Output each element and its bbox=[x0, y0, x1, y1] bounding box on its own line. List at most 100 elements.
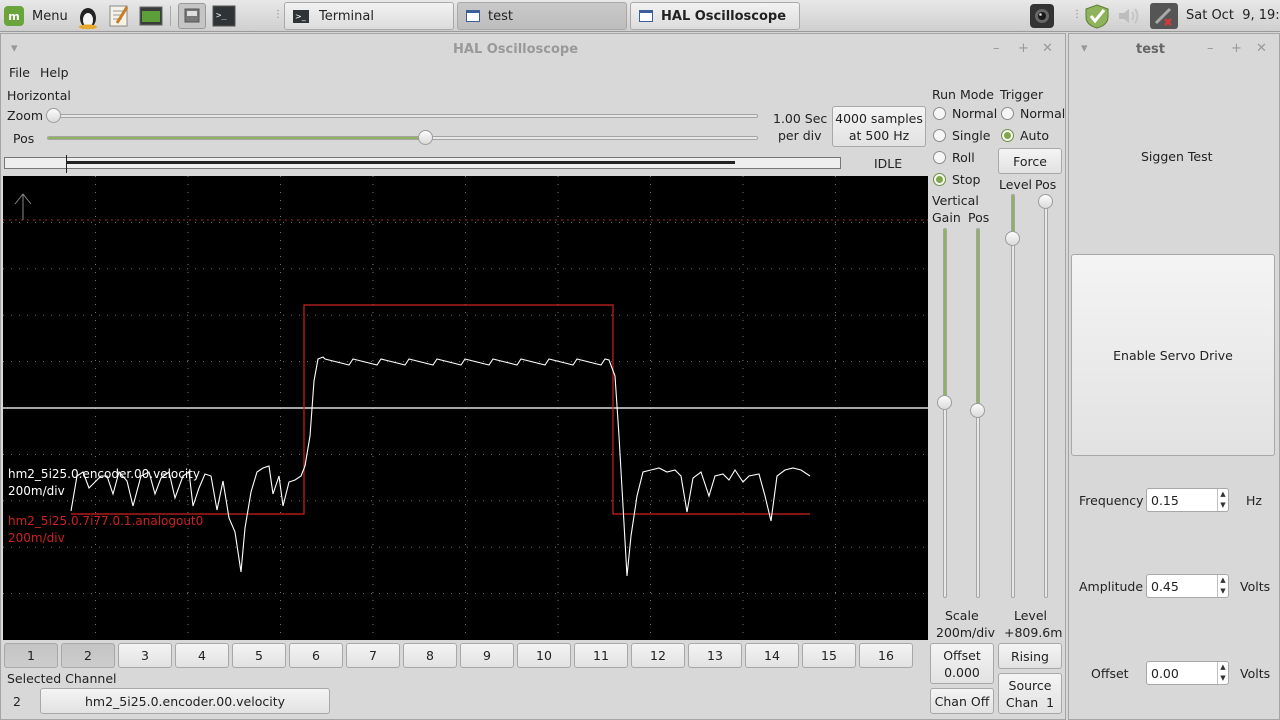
update-manager-icon[interactable] bbox=[1083, 3, 1111, 29]
offset-button[interactable]: Offset 0.000 bbox=[930, 643, 994, 684]
zoom-slider-handle[interactable] bbox=[46, 108, 61, 123]
channel-button-4[interactable]: 4 bbox=[175, 643, 229, 668]
position-slider[interactable] bbox=[47, 136, 758, 140]
task-terminal[interactable]: >_ Terminal bbox=[284, 2, 454, 30]
channel-button-2[interactable]: 2 bbox=[61, 643, 115, 668]
channel-button-5[interactable]: 5 bbox=[232, 643, 286, 668]
channel-button-7[interactable]: 7 bbox=[346, 643, 400, 668]
trigger-auto-label[interactable]: Auto bbox=[1020, 128, 1049, 143]
task-hal-oscilloscope[interactable]: HAL Oscilloscope bbox=[630, 2, 800, 30]
offset-spinbox[interactable]: 0.00 ▲ ▼ bbox=[1146, 661, 1229, 685]
run-mode-stop-radio[interactable] bbox=[933, 173, 946, 186]
run-mode-normal-label[interactable]: Normal bbox=[952, 106, 997, 121]
scope-graticule bbox=[3, 176, 928, 640]
channel-button-12[interactable]: 12 bbox=[631, 643, 685, 668]
run-mode-roll-label[interactable]: Roll bbox=[952, 150, 975, 165]
clock[interactable]: Sat Oct 9, 19:51 bbox=[1186, 8, 1280, 23]
scope-window-title: HAL Oscilloscope bbox=[453, 42, 579, 57]
maximize-icon[interactable]: + bbox=[1231, 41, 1242, 56]
frequency-unit: Hz bbox=[1246, 493, 1262, 508]
frequency-spin-arrows[interactable]: ▲ ▼ bbox=[1217, 489, 1228, 511]
amplitude-spin-arrows[interactable]: ▲ ▼ bbox=[1217, 575, 1228, 597]
scope-titlebar[interactable]: ▾ HAL Oscilloscope – + ✕ bbox=[1, 34, 1065, 64]
channel-button-3[interactable]: 3 bbox=[118, 643, 172, 668]
channel-button-10[interactable]: 10 bbox=[517, 643, 571, 668]
level-value: +809.6m bbox=[1004, 625, 1063, 640]
window-menu-icon[interactable]: ▾ bbox=[1081, 41, 1088, 56]
enable-servo-drive-button[interactable]: Enable Servo Drive bbox=[1071, 254, 1275, 456]
vertical-label: Vertical bbox=[932, 193, 979, 208]
channel-button-14[interactable]: 14 bbox=[745, 643, 799, 668]
run-mode-single-radio[interactable] bbox=[933, 129, 946, 142]
close-icon[interactable]: ✕ bbox=[1042, 41, 1053, 56]
terminal-window-icon: >_ bbox=[293, 9, 309, 23]
window-menu-icon[interactable]: ▾ bbox=[11, 41, 18, 56]
system-monitor-launcher-icon[interactable] bbox=[137, 3, 165, 29]
trigger-normal-label[interactable]: Normal bbox=[1020, 106, 1065, 121]
chan-off-button[interactable]: Chan Off bbox=[930, 688, 994, 714]
menu-button[interactable]: m Menu bbox=[4, 4, 68, 28]
channel-button-label: 2 bbox=[84, 648, 92, 663]
minimize-icon[interactable]: – bbox=[1207, 41, 1214, 56]
rising-button[interactable]: Rising bbox=[998, 643, 1062, 669]
trigger-pos-handle[interactable] bbox=[1038, 194, 1053, 209]
position-slider-handle[interactable] bbox=[418, 130, 433, 145]
show-desktop-icon[interactable] bbox=[178, 3, 206, 29]
menu-file[interactable]: File bbox=[9, 65, 30, 80]
trigger-level-handle[interactable] bbox=[1005, 231, 1020, 246]
channel-button-6[interactable]: 6 bbox=[289, 643, 343, 668]
run-mode-single-label[interactable]: Single bbox=[952, 128, 990, 143]
trigger-pos-slider[interactable] bbox=[1044, 194, 1048, 598]
test-window-title: test bbox=[1136, 42, 1165, 57]
channel-button-label: 8 bbox=[426, 648, 434, 663]
trigger-normal-radio[interactable] bbox=[1001, 107, 1014, 120]
vertical-gain-slider[interactable] bbox=[943, 228, 947, 598]
text-editor-launcher-icon[interactable] bbox=[105, 3, 133, 29]
channel-button-16[interactable]: 16 bbox=[859, 643, 913, 668]
camera-tray-icon[interactable] bbox=[1030, 4, 1054, 28]
volume-icon[interactable] bbox=[1116, 6, 1144, 26]
channel-button-8[interactable]: 8 bbox=[403, 643, 457, 668]
samples-button[interactable]: 4000 samples at 500 Hz bbox=[832, 106, 926, 147]
source-channel-button[interactable]: Source Chan 1 bbox=[998, 673, 1062, 714]
terminal-launcher-icon[interactable]: >_ bbox=[210, 3, 238, 29]
frequency-spinbox[interactable]: 0.15 ▲ ▼ bbox=[1146, 488, 1229, 512]
offset-button-label: Offset bbox=[943, 647, 981, 663]
minimize-icon[interactable]: – bbox=[993, 41, 1000, 56]
trigger-auto-radio[interactable] bbox=[1001, 129, 1014, 142]
channel-button-1[interactable]: 1 bbox=[4, 643, 58, 668]
chan-off-button-label: Chan Off bbox=[934, 693, 990, 709]
maximize-icon[interactable]: + bbox=[1018, 41, 1029, 56]
trigger-pos-label: Pos bbox=[1035, 177, 1057, 192]
channel-button-label: 4 bbox=[198, 648, 206, 663]
zoom-slider[interactable] bbox=[47, 114, 758, 118]
close-icon[interactable]: ✕ bbox=[1256, 41, 1267, 56]
channel-button-15[interactable]: 15 bbox=[802, 643, 856, 668]
task-test[interactable]: test bbox=[457, 2, 627, 30]
menu-help[interactable]: Help bbox=[40, 65, 69, 80]
taskbar-separator bbox=[170, 6, 171, 26]
run-mode-normal-radio[interactable] bbox=[933, 107, 946, 120]
amplitude-value: 0.45 bbox=[1151, 579, 1179, 594]
offset-spin-arrows[interactable]: ▲ ▼ bbox=[1217, 662, 1228, 684]
record-overview-bar[interactable] bbox=[4, 155, 841, 173]
channel-button-9[interactable]: 9 bbox=[460, 643, 514, 668]
channel-button-13[interactable]: 13 bbox=[688, 643, 742, 668]
network-disconnected-icon[interactable] bbox=[1150, 3, 1178, 29]
test-titlebar[interactable]: ▾ test – + ✕ bbox=[1069, 34, 1279, 64]
force-button[interactable]: Force bbox=[998, 148, 1062, 174]
run-mode-stop-label[interactable]: Stop bbox=[952, 172, 980, 187]
trigger-level-slider[interactable] bbox=[1011, 194, 1015, 598]
channel-button-11[interactable]: 11 bbox=[574, 643, 628, 668]
svg-text:>_: >_ bbox=[216, 11, 227, 21]
run-mode-roll-radio[interactable] bbox=[933, 151, 946, 164]
scope-display[interactable]: hm2_5i25.0.encoder.00.velocity 200m/div … bbox=[3, 176, 928, 640]
channel-button-label: 11 bbox=[593, 648, 609, 663]
amplitude-spinbox[interactable]: 0.45 ▲ ▼ bbox=[1146, 574, 1229, 598]
tux-launcher-icon[interactable] bbox=[74, 3, 102, 30]
vertical-gain-handle[interactable] bbox=[937, 395, 952, 410]
vertical-pos-handle[interactable] bbox=[970, 403, 985, 418]
window-icon bbox=[639, 10, 653, 22]
level-caption: Level bbox=[1014, 608, 1047, 623]
selected-channel-pin-button[interactable]: hm2_5i25.0.encoder.00.velocity bbox=[40, 688, 330, 714]
